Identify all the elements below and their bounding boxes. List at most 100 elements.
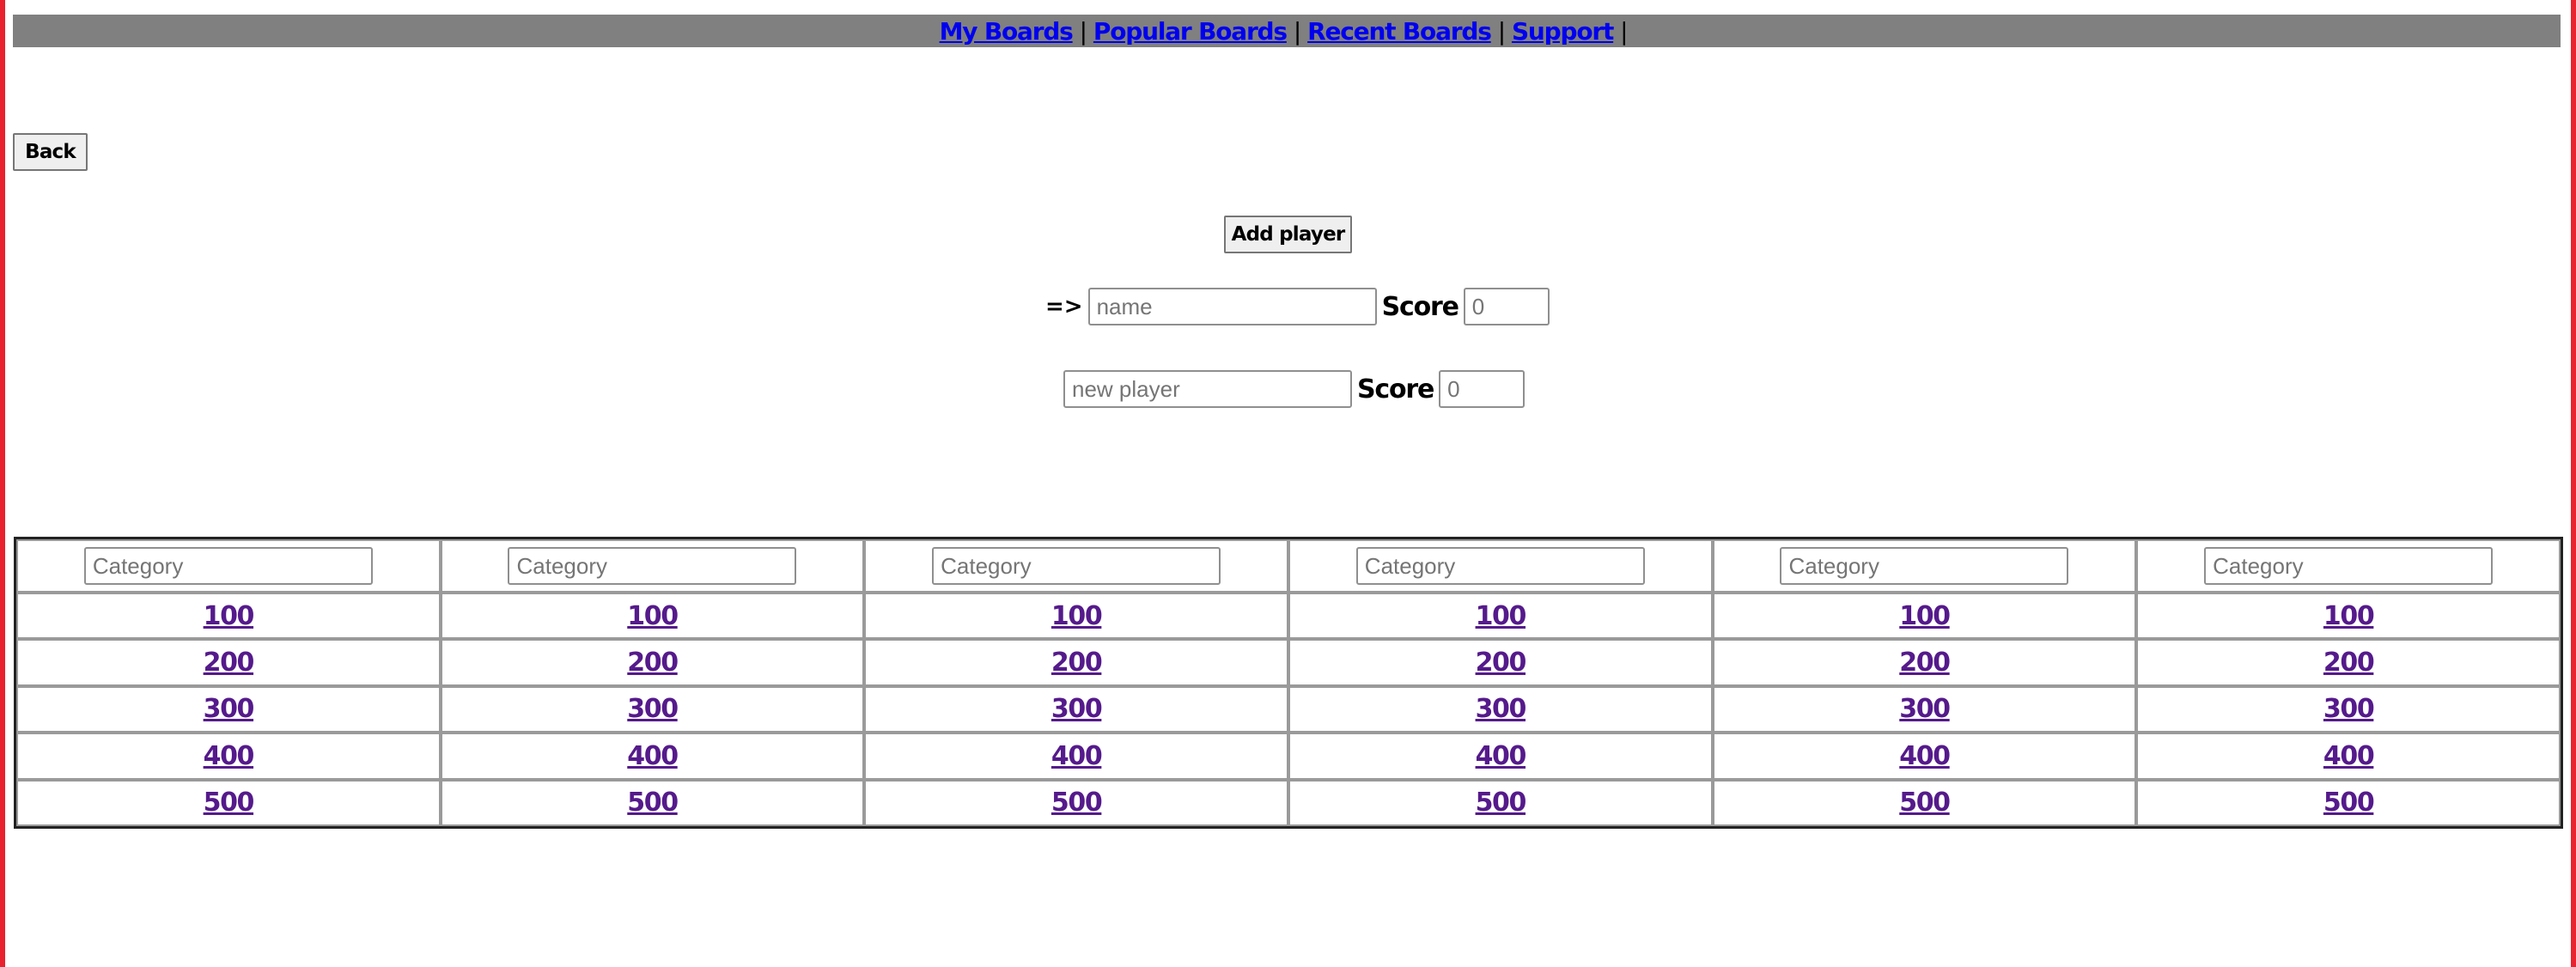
value-row: 100 100 100 100 100 100: [16, 593, 2561, 640]
category-cell: [1712, 539, 2137, 593]
nav-separator: |: [1079, 16, 1087, 46]
new-player-name-input[interactable]: [1063, 370, 1352, 408]
question-value-link[interactable]: 300: [204, 694, 255, 724]
question-value-link[interactable]: 100: [627, 601, 679, 631]
question-value-link[interactable]: 100: [204, 601, 255, 631]
question-cell: 500: [1712, 779, 2137, 826]
window-frame-left: [0, 0, 5, 967]
question-value-link[interactable]: 200: [1051, 648, 1103, 678]
category-cell: [16, 539, 441, 593]
question-cell: 300: [864, 685, 1288, 733]
question-value-link[interactable]: 100: [1051, 601, 1103, 631]
question-cell: 300: [1288, 685, 1713, 733]
question-value-link[interactable]: 400: [1899, 741, 1951, 771]
back-button[interactable]: Back: [13, 133, 88, 171]
question-cell: 300: [2136, 685, 2561, 733]
question-value-link[interactable]: 400: [1051, 741, 1103, 771]
question-cell: 100: [1712, 593, 2137, 640]
category-input[interactable]: [1355, 547, 1645, 585]
question-cell: 300: [16, 685, 441, 733]
question-cell: 100: [16, 593, 441, 640]
question-cell: 300: [440, 685, 865, 733]
question-value-link[interactable]: 200: [1476, 648, 1527, 678]
question-cell: 100: [2136, 593, 2561, 640]
current-turn-indicator: =>: [1045, 294, 1083, 319]
category-cell: [2136, 539, 2561, 593]
nav-separator: |: [1497, 16, 1506, 46]
nav-link-support[interactable]: Support: [1512, 17, 1614, 46]
score-label: Score: [1357, 374, 1434, 404]
question-value-link[interactable]: 400: [2323, 741, 2375, 771]
question-value-link[interactable]: 300: [1051, 694, 1103, 724]
category-cell: [1288, 539, 1713, 593]
category-input[interactable]: [932, 547, 1221, 585]
question-value-link[interactable]: 100: [1899, 601, 1951, 631]
question-value-link[interactable]: 300: [2323, 694, 2375, 724]
question-cell: 200: [1712, 639, 2137, 686]
question-cell: 400: [864, 733, 1288, 780]
top-nav-bar: My Boards | Popular Boards | Recent Boar…: [13, 15, 2561, 47]
question-value-link[interactable]: 200: [204, 648, 255, 678]
question-cell: 400: [440, 733, 865, 780]
question-value-link[interactable]: 500: [204, 788, 255, 818]
nav-link-my-boards[interactable]: My Boards: [940, 17, 1074, 46]
nav-link-recent-boards[interactable]: Recent Boards: [1307, 17, 1492, 46]
question-value-link[interactable]: 100: [1476, 601, 1527, 631]
question-value-link[interactable]: 200: [2323, 648, 2375, 678]
current-player-row: => Score: [1045, 288, 1550, 325]
player-score-input[interactable]: [1463, 288, 1550, 325]
new-player-row: Score: [1063, 370, 1526, 408]
question-cell: 400: [16, 733, 441, 780]
new-player-score-input[interactable]: [1439, 370, 1526, 408]
question-value-link[interactable]: 500: [1476, 788, 1527, 818]
question-value-link[interactable]: 200: [627, 648, 679, 678]
category-input[interactable]: [508, 547, 797, 585]
question-cell: 400: [1712, 733, 2137, 780]
question-value-link[interactable]: 500: [1051, 788, 1103, 818]
nav-separator: |: [1293, 16, 1301, 46]
player-name-input[interactable]: [1087, 288, 1377, 325]
category-input[interactable]: [1780, 547, 2069, 585]
question-cell: 200: [2136, 639, 2561, 686]
question-value-link[interactable]: 300: [1899, 694, 1951, 724]
question-cell: 400: [2136, 733, 2561, 780]
jeopardy-board: 1001001001001001002002002002002002003003…: [14, 537, 2563, 829]
question-value-link[interactable]: 500: [2323, 788, 2375, 818]
question-value-link[interactable]: 300: [1476, 694, 1527, 724]
question-cell: 300: [1712, 685, 2137, 733]
question-cell: 200: [1288, 639, 1713, 686]
question-value-link[interactable]: 100: [2323, 601, 2375, 631]
window-frame-right: [2571, 0, 2576, 967]
question-cell: 100: [1288, 593, 1713, 640]
question-cell: 400: [1288, 733, 1713, 780]
category-input[interactable]: [2204, 547, 2494, 585]
add-player-button[interactable]: Add player: [1224, 216, 1352, 253]
question-cell: 500: [864, 779, 1288, 826]
question-cell: 200: [440, 639, 865, 686]
value-row: 300 300 300 300 300 300: [16, 685, 2561, 733]
question-cell: 500: [16, 779, 441, 826]
question-value-link[interactable]: 500: [1899, 788, 1951, 818]
question-cell: 200: [864, 639, 1288, 686]
question-value-link[interactable]: 500: [627, 788, 679, 818]
question-value-link[interactable]: 200: [1899, 648, 1951, 678]
score-label: Score: [1381, 291, 1459, 322]
question-cell: 500: [440, 779, 865, 826]
value-row: 400 400 400 400 400 400: [16, 733, 2561, 780]
value-row: 200 200 200 200 200 200: [16, 639, 2561, 686]
nav-link-popular-boards[interactable]: Popular Boards: [1093, 17, 1288, 46]
question-cell: 100: [440, 593, 865, 640]
question-cell: 200: [16, 639, 441, 686]
category-cell: [440, 539, 865, 593]
question-value-link[interactable]: 400: [204, 741, 255, 771]
category-input[interactable]: [83, 547, 373, 585]
question-value-link[interactable]: 400: [627, 741, 679, 771]
question-cell: 500: [1288, 779, 1713, 826]
question-cell: 100: [864, 593, 1288, 640]
nav-separator: |: [1620, 16, 1628, 46]
value-row: 500 500 500 500 500 500: [16, 779, 2561, 826]
question-value-link[interactable]: 300: [627, 694, 679, 724]
question-value-link[interactable]: 400: [1476, 741, 1527, 771]
question-cell: 500: [2136, 779, 2561, 826]
category-cell: [864, 539, 1288, 593]
